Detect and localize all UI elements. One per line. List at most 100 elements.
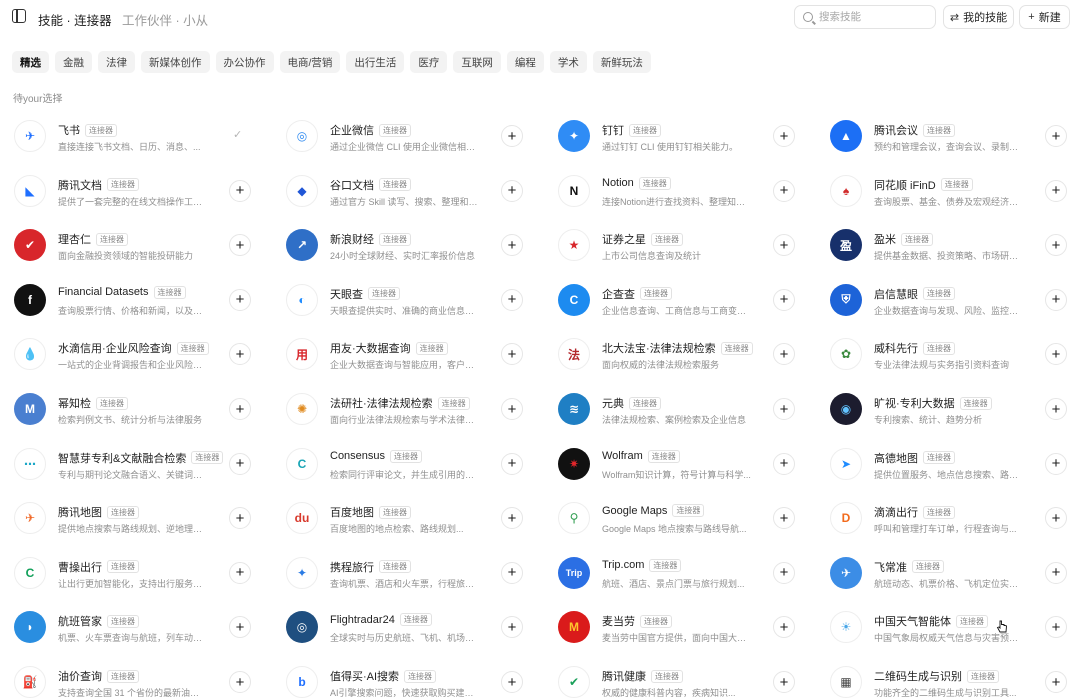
connector-card[interactable]: ✦ 钉钉 连接器 通过钉钉 CLI 使用钉钉相关能力。 + — [556, 111, 816, 161]
connector-card[interactable]: ◉ 旷视·专利大数据 连接器 专利搜索、统计、趋势分析 + — [828, 384, 1079, 434]
tab-0[interactable]: 精选 — [12, 51, 49, 73]
add-connector-button[interactable]: + — [229, 671, 251, 693]
connector-card[interactable]: ♠ 同花顺 iFinD 连接器 查询股票、基金、债券及宏观经济数据 + — [828, 166, 1079, 216]
add-connector-button[interactable]: + — [1045, 616, 1067, 639]
add-connector-button[interactable]: + — [773, 179, 795, 202]
connector-card[interactable]: ✦ 携程旅行 连接器 查询机票、酒店和火车票，行程旅游... + — [284, 548, 544, 598]
connector-card[interactable]: ▲ 腾讯会议 连接器 预约和管理会议，查询会议、录制、转... + — [828, 111, 1079, 161]
connector-card[interactable]: ◗ 航班管家 连接器 机票、火车票查询与航班，列车动态追踪 + — [12, 602, 272, 652]
connector-card[interactable]: ◣ 腾讯文档 连接器 提供了一套完整的在线文档操作工具的... + — [12, 166, 272, 216]
connector-card[interactable]: 用用友·大数据查询 连接器 企业大数据查询与智能应用，客户洞... + — [284, 329, 544, 379]
add-connector-button[interactable]: + — [501, 125, 523, 147]
connector-card[interactable]: ➤ 高德地图 连接器 提供位置服务、地点信息搜索、路径规... + — [828, 439, 1079, 489]
tab-6[interactable]: 出行生活 — [346, 51, 405, 73]
connector-card[interactable]: ✔ 腾讯健康 连接器 权威的健康科普内容，疾病知识... + — [556, 657, 816, 699]
my-skills-button[interactable]: ⇄ 我的技能 — [943, 5, 1014, 29]
connector-card[interactable]: ↗ 新浪财经 连接器 24小时全球财经、实时汇率报价信息 + — [284, 220, 544, 270]
add-connector-button[interactable]: + — [773, 561, 795, 584]
connector-card[interactable]: M 麦当劳连接器麦当劳中国官方提供，面向中国大陆地区... + — [556, 602, 816, 652]
connector-card[interactable]: ⋯ 智慧芽专利&文献融合检索 连接器 专利与期刊论文融合语义、关键词、多... + — [12, 439, 272, 489]
connector-card[interactable]: ◎ 企业微信 连接器 通过企业微信 CLI 使用企业微信相关... + — [284, 111, 544, 161]
add-connector-button[interactable]: + — [229, 561, 251, 584]
add-connector-button[interactable]: + — [773, 671, 795, 693]
add-connector-button[interactable]: + — [229, 616, 251, 639]
add-connector-button[interactable]: + — [229, 288, 251, 311]
tab-10[interactable]: 学术 — [549, 51, 587, 73]
connector-card[interactable]: M 幂知检 连接器 检索判例文书、统计分析与法律服务 + — [12, 384, 272, 434]
add-connector-button[interactable]: + — [773, 234, 795, 257]
tab-8[interactable]: 互联网 — [453, 51, 501, 73]
search-box[interactable] — [794, 5, 936, 29]
add-connector-button[interactable]: + — [501, 343, 523, 366]
add-connector-button[interactable]: + — [501, 452, 523, 475]
add-connector-button[interactable]: + — [1045, 452, 1067, 475]
search-input[interactable] — [819, 11, 929, 23]
connector-card[interactable]: C 企查查 连接器 企业信息查询、工商信息与工商变更记... + — [556, 275, 816, 325]
connector-card[interactable]: ✔ 理杏仁 连接器 面向金融投资领域的智能投研能力 + — [12, 220, 272, 270]
add-connector-button[interactable]: + — [773, 125, 795, 147]
connector-card[interactable]: ✈ 飞常准 连接器 航班动态、机票价格、飞机定位实时... + — [828, 548, 1079, 598]
add-connector-button[interactable]: + — [229, 507, 251, 530]
add-connector-button[interactable]: + — [773, 452, 795, 475]
connector-card[interactable]: ✷ Wolfram 连接器 Wolfram知识计算，符号计算与科学... + — [556, 439, 816, 489]
add-connector-button[interactable]: + — [1045, 671, 1067, 693]
connector-card[interactable]: ◐ 天眼查 连接器 天眼查提供实时、准确的商业信息，让... + — [284, 275, 544, 325]
connector-card[interactable]: f Financial Datasets 连接器 查询股票行情、价格和新闻，以及加密.… — [12, 275, 272, 325]
connector-card[interactable]: ★ 证券之星 连接器 上市公司信息查询及统计 + — [556, 220, 816, 270]
add-connector-button[interactable]: + — [501, 179, 523, 202]
connector-card[interactable]: 盈盈米 连接器 提供基金数据、投资策略、市场研究... + — [828, 220, 1079, 270]
add-connector-button[interactable]: + — [773, 398, 795, 420]
add-connector-button[interactable]: + — [229, 179, 251, 202]
connector-card[interactable]: ✈ 飞书 连接器 直接连接飞书文档、日历、消息、... ✓ — [12, 111, 272, 161]
add-connector-button[interactable]: + — [1045, 288, 1067, 311]
add-connector-button[interactable]: + — [1045, 234, 1067, 257]
connector-card[interactable]: b 值得买·AI搜索 连接器 AI引擎搜索问题，快速获取购买建议... + — [284, 657, 544, 699]
add-connector-button[interactable]: + — [229, 398, 251, 420]
tab-9[interactable]: 编程 — [506, 51, 544, 73]
add-connector-button[interactable]: + — [1045, 398, 1067, 420]
connector-card[interactable]: ◆ 谷口文档 连接器 通过官方 Skill 读写、搜索、整理和管理... + — [284, 166, 544, 216]
connector-card[interactable]: ✺ 法研社·法律法规检索 连接器 面向行业法律法规检索与学术法律支持 + — [284, 384, 544, 434]
tab-3[interactable]: 新媒体创作 — [141, 51, 210, 73]
connector-card[interactable]: ▦ 二维码生成与识别 连接器 功能齐全的二维码生成与识别工具... + — [828, 657, 1079, 699]
tab-7[interactable]: 医疗 — [410, 51, 448, 73]
connector-card[interactable]: D 滴滴出行 连接器 呼叫和管理打车订单，行程查询与... + — [828, 493, 1079, 543]
connector-card[interactable]: ⚲ Google Maps 连接器 Google Maps 地点搜索与路线导航... + — [556, 493, 816, 543]
new-button[interactable]: + 新建 — [1019, 5, 1070, 29]
add-connector-button[interactable]: + — [773, 507, 795, 530]
add-connector-button[interactable]: + — [501, 671, 523, 693]
add-connector-button[interactable]: + — [773, 343, 795, 366]
connector-card[interactable]: du 百度地图 连接器 百度地图的地点检索、路线规划... + — [284, 493, 544, 543]
connector-card[interactable]: ≋ 元典 连接器 法律法规检索、案例检索及企业信息 + — [556, 384, 816, 434]
add-connector-button[interactable]: + — [501, 561, 523, 584]
connector-card[interactable]: ⛨ 启信慧眼 连接器 企业数据查询与发现、风险、监控与报告 + — [828, 275, 1079, 325]
add-connector-button[interactable]: + — [501, 507, 523, 530]
connector-card[interactable]: ⛽ 油价查询 连接器 支持查询全国 31 个省份的最新油价信... + — [12, 657, 272, 699]
add-connector-button[interactable]: + — [1045, 125, 1067, 147]
tab-1[interactable]: 金融 — [55, 51, 92, 73]
add-connector-button[interactable]: + — [229, 234, 251, 257]
add-connector-button[interactable]: + — [501, 288, 523, 311]
connector-card[interactable]: C Consensus 连接器 检索同行评审论文，并生成引用的证... + — [284, 439, 544, 489]
add-connector-button[interactable]: + — [1045, 561, 1067, 584]
connector-card[interactable]: C 曹操出行连接器让出行更加智能化，支持出行服务和智能... + — [12, 548, 272, 598]
connector-card[interactable]: Trip Trip.com 连接器 航班、酒店、景点门票与旅行规划... + — [556, 548, 816, 598]
connector-card[interactable]: N Notion 连接器 连接Notion进行查找资料、整理知识... + — [556, 166, 816, 216]
tab-5[interactable]: 电商/营销 — [279, 51, 341, 73]
tab-4[interactable]: 办公协作 — [215, 51, 274, 73]
add-connector-button[interactable]: + — [501, 234, 523, 257]
add-connector-button[interactable]: + — [1045, 343, 1067, 366]
add-connector-button[interactable]: + — [1045, 179, 1067, 202]
add-connector-button[interactable]: + — [773, 616, 795, 639]
connector-card[interactable]: ✿ 威科先行 连接器 专业法律法规与实务指引资料查询 + — [828, 329, 1079, 379]
add-connector-button[interactable]: + — [501, 398, 523, 420]
connector-card[interactable]: ◎ Flightradar24 连接器 全球实时与历史航班、飞机、机场动态... + — [284, 602, 544, 652]
sidebar-toggle-icon[interactable] — [12, 9, 26, 23]
tab-11[interactable]: 新鲜玩法 — [592, 51, 651, 73]
add-connector-button[interactable]: + — [229, 343, 251, 366]
connector-card[interactable]: 法北大法宝·法律法规检索 连接器 面向权威的法律法规检索服务 + — [556, 329, 816, 379]
add-connector-button[interactable]: + — [1045, 507, 1067, 530]
tab-2[interactable]: 法律 — [98, 51, 135, 73]
connector-card[interactable]: ☀ 中国天气智能体 连接器 中国气象局权威天气信息与灾害预警... + — [828, 602, 1079, 652]
add-connector-button[interactable]: + — [773, 288, 795, 311]
